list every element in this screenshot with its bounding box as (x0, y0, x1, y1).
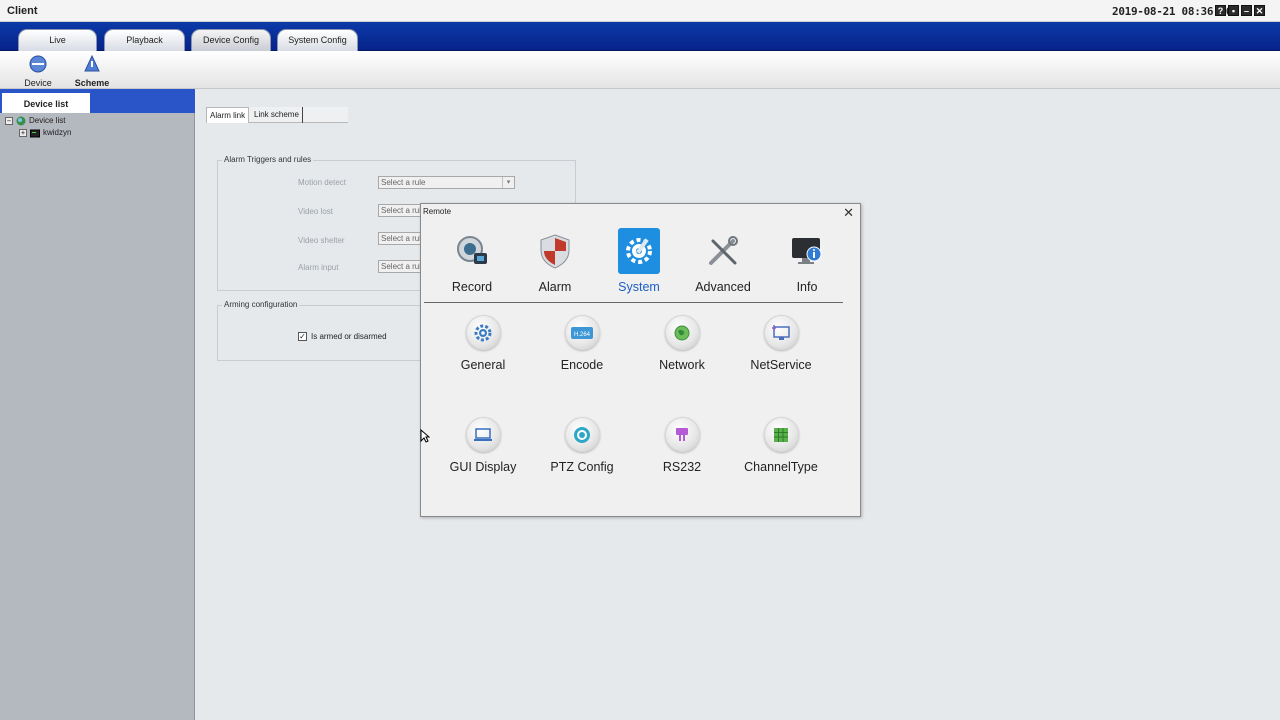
scheme-tool-button[interactable]: Scheme (70, 54, 114, 88)
chevron-down-icon: ▾ (502, 177, 514, 188)
motion-detect-label: Motion detect (298, 178, 347, 187)
top-nav: Live Playback Device Config System Confi… (0, 22, 1280, 51)
help-icon[interactable]: ? (1215, 5, 1226, 16)
alarm-shield-icon (534, 228, 576, 274)
video-lost-value: Select a rule (381, 206, 426, 215)
scheme-tool-label: Scheme (74, 78, 110, 88)
video-shelter-label: Video shelter (298, 236, 345, 245)
item-rs232[interactable]: RS232 (634, 417, 730, 474)
h264-badge-text: H.264 (574, 332, 591, 338)
tab-playback[interactable]: Playback (104, 29, 185, 51)
arming-config-legend: Arming configuration (222, 300, 300, 309)
toolbar: Device Scheme (0, 51, 1280, 89)
device-tool-button[interactable]: Device (16, 54, 60, 88)
h264-icon: H.264 (564, 315, 600, 350)
tab-live[interactable]: Live (18, 29, 97, 51)
motion-detect-value: Select a rule (381, 178, 426, 187)
gear-icon (465, 315, 501, 350)
alarm-triggers-legend: Alarm Triggers and rules (222, 155, 314, 164)
record-icon (451, 228, 493, 274)
globe-icon (16, 116, 26, 126)
globe-icon (664, 315, 700, 350)
sidebar: Device list − Device list + kwidzyn (0, 89, 195, 720)
item-channel-type-label: ChannelType (744, 460, 818, 474)
item-network-label: Network (659, 358, 705, 372)
tools-icon (702, 228, 744, 274)
device-icon (29, 55, 47, 73)
info-monitor-icon (786, 228, 828, 274)
tab-device-config[interactable]: Device Config (191, 29, 271, 51)
system-gear-icon (618, 228, 660, 274)
alarm-input-value: Select a rule (381, 262, 426, 271)
laptop-icon (465, 417, 501, 452)
lock-icon[interactable]: ▪ (1228, 5, 1239, 16)
video-lost-label: Video lost (298, 207, 333, 216)
alarm-input-label: Alarm input (298, 263, 339, 272)
item-network[interactable]: Network (634, 315, 730, 372)
item-ptz-config-label: PTZ Config (550, 460, 614, 474)
tree-device-row[interactable]: + kwidzyn (19, 127, 71, 139)
category-alarm-label: Alarm (538, 280, 572, 294)
device-tool-label: Device (24, 78, 52, 88)
tab-alarm-link[interactable]: Alarm link (206, 107, 250, 123)
rs232-icon (664, 417, 700, 452)
arming-config-group: Arming configuration ✓ Is armed or disar… (217, 300, 422, 361)
remote-dialog: Remote ✕ Record Alarm System Advanced In… (420, 203, 861, 517)
armed-checkbox[interactable]: ✓ (298, 332, 307, 341)
category-system[interactable]: System (599, 228, 679, 294)
item-rs232-label: RS232 (662, 460, 702, 474)
minimize-icon[interactable]: – (1241, 5, 1252, 16)
item-netservice[interactable]: NetService (733, 315, 829, 372)
tab-link-scheme[interactable]: Link scheme (251, 107, 303, 123)
item-netservice-label: NetService (750, 358, 812, 372)
sidebar-header: Device list (0, 89, 195, 113)
category-system-label: System (618, 280, 660, 294)
expand-icon[interactable]: + (19, 129, 27, 137)
category-record-label: Record (451, 280, 493, 294)
tree-root-row[interactable]: − Device list (5, 115, 65, 127)
item-general-label: General (460, 358, 506, 372)
category-info[interactable]: Info (767, 228, 847, 294)
item-ptz-config[interactable]: PTZ Config (534, 417, 630, 474)
ptz-icon (564, 417, 600, 452)
armed-checkbox-row[interactable]: ✓ Is armed or disarmed (298, 332, 387, 341)
category-record[interactable]: Record (432, 228, 512, 294)
window-controls: ? ▪ – ✕ (1215, 5, 1265, 16)
sidebar-tab-device-list[interactable]: Device list (2, 93, 90, 113)
motion-detect-select[interactable]: Select a rule ▾ (378, 176, 515, 189)
item-gui-display-label: GUI Display (449, 460, 517, 474)
dvr-device-icon (30, 129, 40, 137)
subtab-bar: Alarm link Link scheme (206, 107, 348, 123)
channel-grid-icon (763, 417, 799, 452)
app-title: Client (7, 5, 38, 17)
net-service-icon (763, 315, 799, 350)
collapse-icon[interactable]: − (5, 117, 13, 125)
category-alarm[interactable]: Alarm (515, 228, 595, 294)
close-icon[interactable]: ✕ (1254, 5, 1265, 16)
item-gui-display[interactable]: GUI Display (435, 417, 531, 474)
dialog-title: Remote (423, 207, 452, 216)
scheme-icon (84, 54, 100, 72)
device-tree: − Device list + kwidzyn (0, 113, 194, 719)
item-encode[interactable]: H.264 Encode (534, 315, 630, 372)
mouse-cursor-icon (420, 429, 430, 443)
dialog-close-icon[interactable]: ✕ (843, 205, 854, 221)
tree-device-label: kwidzyn (43, 128, 72, 137)
video-shelter-value: Select a rule (381, 234, 426, 243)
item-encode-label: Encode (560, 358, 604, 372)
category-advanced[interactable]: Advanced (683, 228, 763, 294)
tab-system-config[interactable]: System Config (277, 29, 358, 51)
armed-checkbox-label: Is armed or disarmed (311, 332, 387, 341)
tree-root-label: Device list (29, 116, 66, 125)
item-channel-type[interactable]: ChannelType (733, 417, 829, 474)
title-bar: Client 2019-08-21 08:36:36 ? ▪ – ✕ (0, 0, 1280, 22)
category-advanced-label: Advanced (695, 280, 751, 294)
item-general[interactable]: General (435, 315, 531, 372)
category-info-label: Info (796, 280, 818, 294)
dialog-divider (424, 302, 843, 303)
